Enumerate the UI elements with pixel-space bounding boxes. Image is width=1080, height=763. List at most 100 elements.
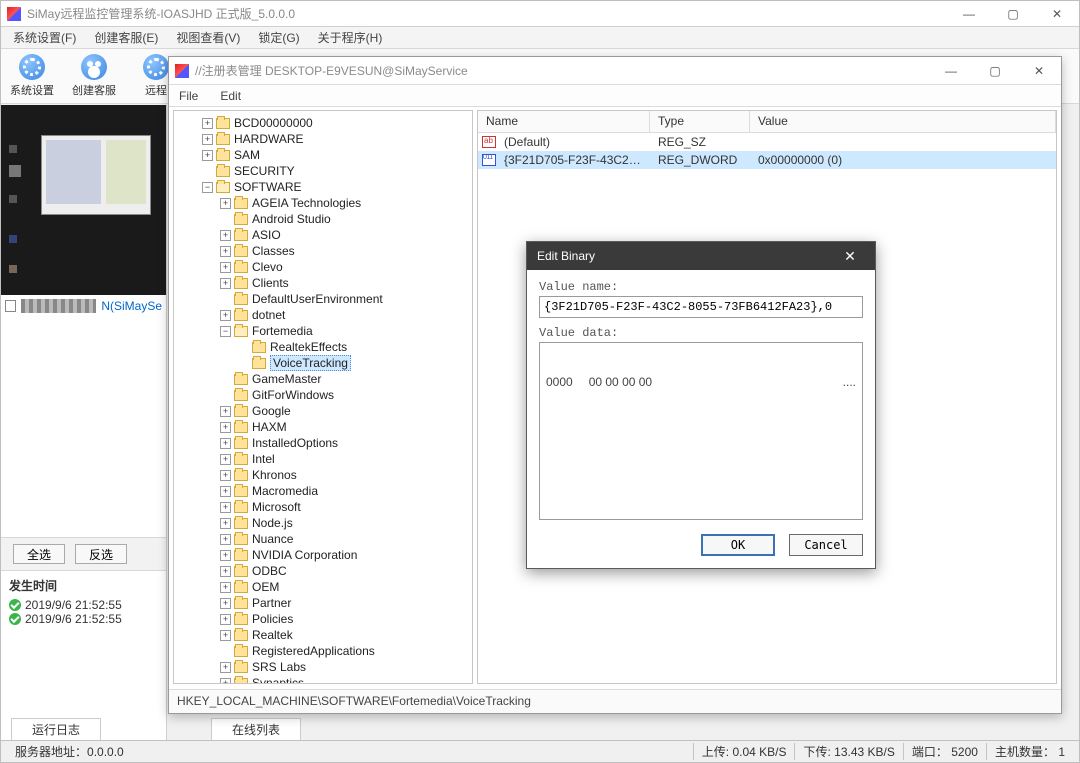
expand-icon[interactable]: +	[220, 470, 231, 481]
tree-item[interactable]: +InstalledOptions	[174, 435, 472, 451]
expand-icon[interactable]: +	[202, 150, 213, 161]
dialog-close-button[interactable]: ✕	[835, 248, 865, 265]
host-checkbox[interactable]	[5, 300, 16, 312]
maximize-button[interactable]: ▢	[991, 1, 1035, 27]
tree-item[interactable]: +Node.js	[174, 515, 472, 531]
registry-value-row[interactable]: {3F21D705-F23F-43C2-8055...REG_DWORD0x00…	[478, 151, 1056, 169]
expand-icon[interactable]: +	[220, 422, 231, 433]
expand-icon[interactable]: +	[220, 518, 231, 529]
expand-icon[interactable]: +	[220, 630, 231, 641]
event-row[interactable]: 2019/9/6 21:52:55	[9, 598, 158, 612]
tree-item[interactable]: +HAXM	[174, 419, 472, 435]
reg-menu-edit[interactable]: Edit	[220, 89, 241, 103]
tree-item[interactable]: +Realtek	[174, 627, 472, 643]
reg-minimize-button[interactable]: —	[929, 57, 973, 85]
tree-item[interactable]: +Policies	[174, 611, 472, 627]
menu-about[interactable]: 关于程序(H)	[318, 29, 383, 46]
tree-item[interactable]: RegisteredApplications	[174, 643, 472, 659]
tree-item[interactable]: +Google	[174, 403, 472, 419]
tree-item[interactable]: VoiceTracking	[174, 355, 472, 371]
expand-icon[interactable]: +	[220, 454, 231, 465]
tree-item[interactable]: +Intel	[174, 451, 472, 467]
tree-item[interactable]: +Nuance	[174, 531, 472, 547]
expand-icon[interactable]: +	[220, 550, 231, 561]
expand-icon[interactable]: +	[220, 278, 231, 289]
thumbnail-area[interactable]	[1, 105, 166, 295]
menu-lock[interactable]: 锁定(G)	[258, 29, 299, 46]
expand-icon[interactable]: +	[220, 230, 231, 241]
tree-item[interactable]: +Clients	[174, 275, 472, 291]
tree-item[interactable]: +Classes	[174, 243, 472, 259]
tree-item[interactable]: +OEM	[174, 579, 472, 595]
expand-icon[interactable]: +	[220, 262, 231, 273]
expand-icon[interactable]: +	[220, 246, 231, 257]
expand-icon[interactable]: +	[220, 598, 231, 609]
tree-item[interactable]: +dotnet	[174, 307, 472, 323]
tree-item[interactable]: +Macromedia	[174, 483, 472, 499]
expand-icon[interactable]: +	[220, 438, 231, 449]
expand-icon[interactable]: +	[220, 198, 231, 209]
expand-icon[interactable]: +	[220, 310, 231, 321]
cancel-button[interactable]: Cancel	[789, 534, 863, 556]
ok-button[interactable]: OK	[701, 534, 775, 556]
minimize-button[interactable]: —	[947, 1, 991, 27]
registry-titlebar[interactable]: //注册表管理 DESKTOP-E9VESUN@SiMayService — ▢…	[169, 57, 1061, 85]
expand-icon[interactable]: +	[220, 486, 231, 497]
tree-item[interactable]: +Partner	[174, 595, 472, 611]
tree-item[interactable]: +ODBC	[174, 563, 472, 579]
value-name-input[interactable]	[539, 296, 863, 318]
expand-icon[interactable]: +	[220, 662, 231, 673]
tree-item[interactable]: GitForWindows	[174, 387, 472, 403]
menu-system[interactable]: 系统设置(F)	[13, 29, 76, 46]
expand-icon[interactable]: +	[220, 582, 231, 593]
expand-icon[interactable]: −	[202, 182, 213, 193]
tree-item[interactable]: +SRS Labs	[174, 659, 472, 675]
tree-item[interactable]: −Fortemedia	[174, 323, 472, 339]
registry-value-row[interactable]: (Default)REG_SZ	[478, 133, 1056, 151]
expand-icon[interactable]: +	[220, 534, 231, 545]
tree-item[interactable]: +Clevo	[174, 259, 472, 275]
col-type[interactable]: Type	[650, 111, 750, 132]
tool-settings[interactable]: 系统设置	[7, 54, 57, 98]
tab-runtime-log[interactable]: 运行日志	[11, 718, 101, 740]
tree-item[interactable]: +Synaptics	[174, 675, 472, 684]
reg-close-button[interactable]: ✕	[1017, 57, 1061, 85]
invert-selection-button[interactable]: 反选	[75, 544, 127, 564]
select-all-button[interactable]: 全选	[13, 544, 65, 564]
main-titlebar[interactable]: SiMay远程监控管理系统-IOASJHD 正式版_5.0.0.0 — ▢ ✕	[1, 1, 1079, 27]
col-value[interactable]: Value	[750, 111, 1056, 132]
tree-item[interactable]: RealtekEffects	[174, 339, 472, 355]
expand-icon[interactable]: +	[220, 678, 231, 685]
tree-item[interactable]: Android Studio	[174, 211, 472, 227]
event-row[interactable]: 2019/9/6 21:52:55	[9, 612, 158, 626]
tree-item[interactable]: +NVIDIA Corporation	[174, 547, 472, 563]
tree-item[interactable]: +Microsoft	[174, 499, 472, 515]
reg-maximize-button[interactable]: ▢	[973, 57, 1017, 85]
expand-icon[interactable]: −	[220, 326, 231, 337]
tree-item[interactable]: +Khronos	[174, 467, 472, 483]
tree-item[interactable]: +BCD00000000	[174, 115, 472, 131]
reg-menu-file[interactable]: File	[179, 89, 198, 103]
registry-tree[interactable]: +BCD00000000+HARDWARE+SAMSECURITY−SOFTWA…	[173, 110, 473, 684]
expand-icon[interactable]: +	[202, 118, 213, 129]
col-name[interactable]: Name	[478, 111, 650, 132]
value-data-editor[interactable]: 0000 00 00 00 00 ....	[539, 342, 863, 520]
tree-item[interactable]: −SOFTWARE	[174, 179, 472, 195]
menu-create[interactable]: 创建客服(E)	[94, 29, 158, 46]
tree-item[interactable]: SECURITY	[174, 163, 472, 179]
host-row[interactable]: N(SiMaySe	[1, 295, 166, 317]
registry-list-header[interactable]: Name Type Value	[478, 111, 1056, 133]
tree-item[interactable]: GameMaster	[174, 371, 472, 387]
close-button[interactable]: ✕	[1035, 1, 1079, 27]
expand-icon[interactable]: +	[220, 406, 231, 417]
expand-icon[interactable]: +	[202, 134, 213, 145]
expand-icon[interactable]: +	[220, 502, 231, 513]
tree-item[interactable]: DefaultUserEnvironment	[174, 291, 472, 307]
menu-view[interactable]: 视图查看(V)	[176, 29, 240, 46]
dialog-titlebar[interactable]: Edit Binary ✕	[527, 242, 875, 270]
expand-icon[interactable]: +	[220, 614, 231, 625]
tree-item[interactable]: +AGEIA Technologies	[174, 195, 472, 211]
tree-item[interactable]: +ASIO	[174, 227, 472, 243]
tree-item[interactable]: +SAM	[174, 147, 472, 163]
tab-online-list[interactable]: 在线列表	[211, 718, 301, 740]
